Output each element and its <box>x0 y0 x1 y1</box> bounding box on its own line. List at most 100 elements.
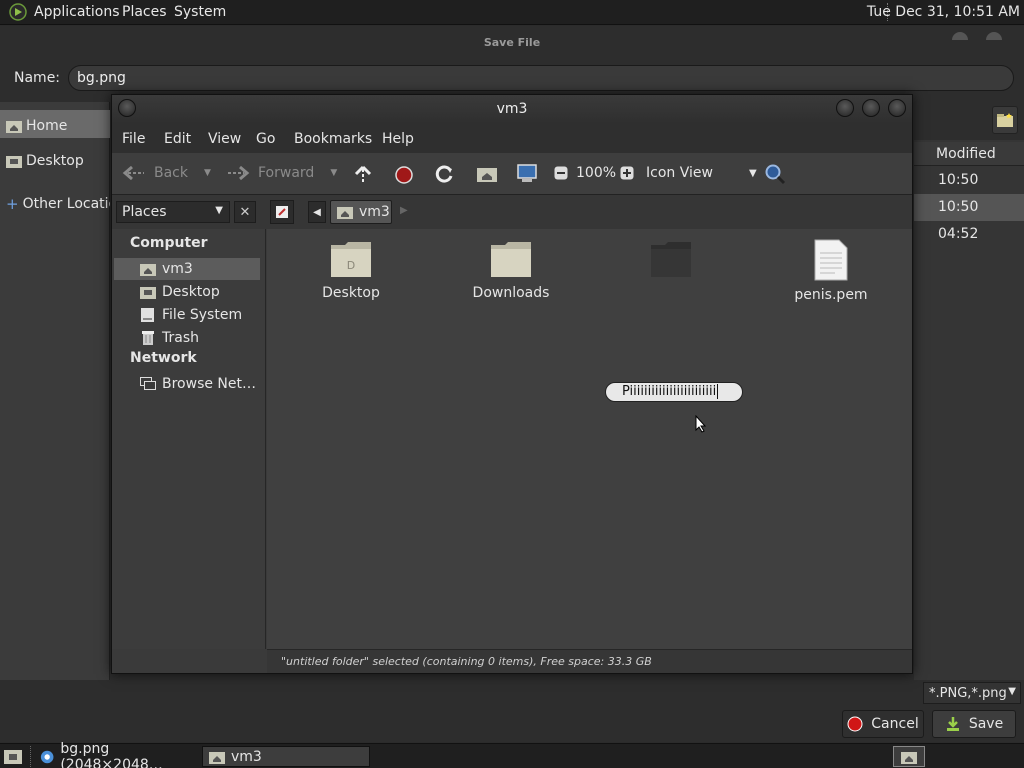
menu-go[interactable]: Go <box>256 131 275 147</box>
sidebar-type-select[interactable]: Places ▼ <box>116 201 230 223</box>
sidebar-item-label: Home <box>26 118 68 134</box>
toggle-location-entry-button[interactable] <box>270 200 294 224</box>
task-vm3[interactable]: vm3 <box>202 746 370 767</box>
rename-input[interactable]: Piiiiiiiiiiiiiiiiiiiiiiii <box>605 382 743 402</box>
show-desktop-icon[interactable] <box>4 748 22 764</box>
sidebar-item-label: Browse Net… <box>162 376 257 392</box>
sidebar-item-browse-network[interactable]: Browse Net… <box>114 373 260 395</box>
sidebar-item-desktop[interactable]: Desktop <box>0 145 110 173</box>
browser-icon <box>40 750 54 763</box>
stop-icon <box>847 716 863 732</box>
zoom-in-button[interactable] <box>620 166 634 180</box>
status-bar: "untitled folder" selected (containing 0… <box>267 649 912 673</box>
search-icon[interactable] <box>764 163 786 185</box>
menu-logo-icon[interactable] <box>9 3 27 21</box>
arrow-left-icon <box>122 165 144 181</box>
home-icon[interactable] <box>476 165 498 183</box>
reload-icon[interactable] <box>435 164 455 184</box>
save-dialog-sidebar: Home Desktop + Other Locations <box>0 102 110 680</box>
workspace-switcher[interactable] <box>893 746 925 767</box>
menu-bookmarks[interactable]: Bookmarks <box>294 131 372 147</box>
location-bar: Places ▼ ✕ ◀ vm3 ▶ <box>112 195 912 229</box>
cancel-label: Cancel <box>871 716 919 732</box>
close-button[interactable] <box>888 99 906 117</box>
dialog-window-button-icon[interactable] <box>986 30 1002 40</box>
computer-icon[interactable] <box>516 164 538 184</box>
file-item-penis-pem[interactable]: penis.pem <box>776 239 886 303</box>
toolbar: Back ▼ Forward ▼ 100% Icon View ▼ <box>112 153 912 195</box>
stop-icon[interactable] <box>394 165 414 185</box>
file-type-filter-select[interactable]: *.PNG,*.png ▼ <box>923 682 1021 704</box>
table-row[interactable]: 10:50 <box>914 167 1024 194</box>
file-name: Downloads <box>472 285 550 301</box>
file-manager-window: vm3 File Edit View Go Bookmarks Help Bac… <box>111 94 913 674</box>
cancel-button[interactable]: Cancel <box>842 710 924 738</box>
places-sidebar: Computer vm3 Desktop File System Trash N… <box>112 229 266 649</box>
applications-menu[interactable]: Applications <box>34 4 120 20</box>
arrow-right-icon <box>228 165 250 181</box>
sidebar-item-label: Desktop <box>26 153 84 169</box>
network-icon <box>140 377 156 390</box>
menu-help[interactable]: Help <box>382 131 414 147</box>
desktop-folder-icon: D <box>331 242 371 277</box>
sidebar-item-home[interactable]: Home <box>0 110 110 138</box>
text-file-icon <box>814 239 848 281</box>
menu-edit[interactable]: Edit <box>164 131 191 147</box>
chevron-down-icon: ▼ <box>215 205 223 216</box>
table-row[interactable]: 04:52 <box>914 221 1024 248</box>
path-scroll-left-button[interactable]: ◀ <box>308 201 326 223</box>
path-label: vm3 <box>359 204 390 220</box>
view-mode-select[interactable]: Icon View ▼ <box>646 165 757 181</box>
edit-icon <box>276 206 288 218</box>
save-button[interactable]: Save <box>932 710 1016 738</box>
up-arrow-icon[interactable] <box>352 165 374 185</box>
menu-view[interactable]: View <box>208 131 241 147</box>
top-panel: Applications Places System Tue Dec 31, 1… <box>0 0 1024 25</box>
sidebar-item-file-system[interactable]: File System <box>114 304 260 326</box>
system-menu[interactable]: System <box>174 4 226 20</box>
svg-text:D: D <box>347 259 355 272</box>
sidebar-item-label: Desktop <box>162 284 220 300</box>
window-titlebar[interactable]: vm3 <box>112 95 912 123</box>
file-item-untitled-folder[interactable] <box>616 239 726 285</box>
modified-column-header[interactable]: Modified <box>914 142 1024 166</box>
clock[interactable]: Tue Dec 31, 10:51 AM <box>867 4 1020 20</box>
close-sidebar-button[interactable]: ✕ <box>234 201 256 223</box>
sidebar-item-trash[interactable]: Trash <box>114 327 260 349</box>
download-icon <box>946 717 959 731</box>
file-item-downloads[interactable]: Downloads <box>456 239 566 301</box>
icon-view[interactable]: D Desktop Downloads Piiiiiiiiiiiiiiiiiii… <box>267 229 912 649</box>
places-menu[interactable]: Places <box>122 4 167 20</box>
desktop-folder-icon <box>140 287 156 299</box>
close-icon: ✕ <box>239 204 251 220</box>
table-row[interactable]: 10:50 <box>914 194 1024 221</box>
file-name: Desktop <box>322 285 380 301</box>
new-folder-icon <box>997 113 1013 127</box>
dialog-window-button-icon[interactable] <box>952 30 968 40</box>
chevron-down-icon: ▼ <box>748 167 757 179</box>
filename-input[interactable]: bg.png <box>68 65 1014 91</box>
task-bg-png[interactable]: bg.png (2048×2048… <box>34 741 200 768</box>
save-dialog-title: Save File <box>483 36 541 49</box>
back-button[interactable]: Back ▼ <box>122 165 211 181</box>
sidebar-item-vm3[interactable]: vm3 <box>114 258 260 280</box>
forward-button[interactable]: Forward ▼ <box>226 165 337 181</box>
path-button-vm3[interactable]: vm3 <box>330 200 392 224</box>
zoom-out-button[interactable] <box>554 166 568 180</box>
taskbar-separator <box>30 746 31 767</box>
maximize-button[interactable] <box>862 99 880 117</box>
name-label: Name: <box>14 70 61 86</box>
sidebar-item-other-locations[interactable]: + Other Locations <box>0 188 110 216</box>
file-item-desktop[interactable]: D Desktop <box>296 239 406 301</box>
chevron-down-icon: ▼ <box>204 168 211 178</box>
view-mode-value: Icon View <box>646 165 713 181</box>
menu-file[interactable]: File <box>122 131 145 147</box>
chevron-right-icon[interactable]: ▶ <box>400 205 408 216</box>
sidebar-item-label: Other Locations <box>22 196 110 212</box>
sidebar-item-desktop[interactable]: Desktop <box>114 281 260 303</box>
task-label: bg.png (2048×2048… <box>60 740 163 768</box>
home-folder-icon <box>6 121 22 133</box>
desktop-folder-icon <box>6 156 22 168</box>
minimize-button[interactable] <box>836 99 854 117</box>
create-folder-button[interactable] <box>992 106 1018 134</box>
